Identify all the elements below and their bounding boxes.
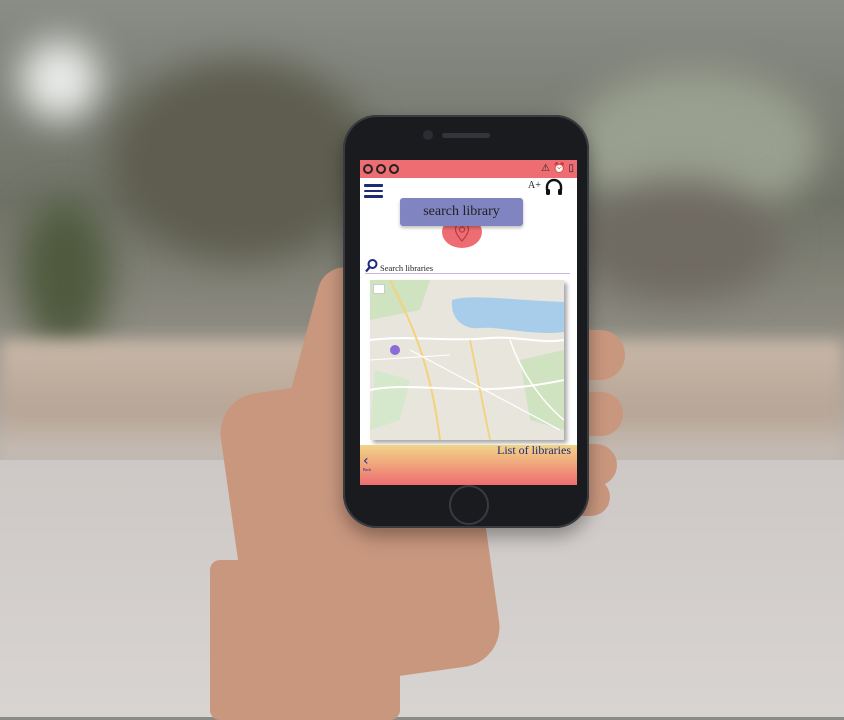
wifi-off-icon: ⚠	[541, 163, 551, 174]
map-layer-control[interactable]	[373, 284, 385, 294]
battery-charging-icon: ▯	[568, 163, 574, 174]
font-size-button[interactable]: A+	[528, 180, 541, 191]
front-camera	[423, 130, 433, 140]
phone: ⚠ ⏰ ▯ A+ search library Search libraries…	[343, 115, 589, 528]
home-button[interactable]	[449, 485, 489, 525]
status-bar: ⚠ ⏰ ▯	[360, 160, 577, 178]
library-map[interactable]	[370, 280, 564, 440]
search-input[interactable]	[380, 263, 550, 273]
ring-icon	[389, 164, 399, 174]
earpiece	[442, 133, 490, 138]
search-bar	[365, 257, 570, 274]
ring-icon	[376, 164, 386, 174]
search-icon	[365, 259, 378, 273]
hamburger-icon[interactable]	[364, 184, 383, 198]
headphone-icon[interactable]	[544, 177, 564, 197]
ring-icon	[363, 164, 373, 174]
list-of-libraries-link[interactable]: List of libraries	[497, 443, 571, 458]
app-screen: ⚠ ⏰ ▯ A+ search library Search libraries…	[360, 160, 577, 485]
back-button[interactable]: ‹ Back	[363, 453, 387, 475]
back-label: Back	[363, 467, 372, 472]
bottom-bar: List of libraries ‹ Back	[360, 443, 577, 485]
search-library-button[interactable]: search library	[400, 198, 523, 226]
alarm-icon: ⏰	[553, 163, 566, 174]
chevron-left-icon: ‹	[363, 453, 369, 469]
